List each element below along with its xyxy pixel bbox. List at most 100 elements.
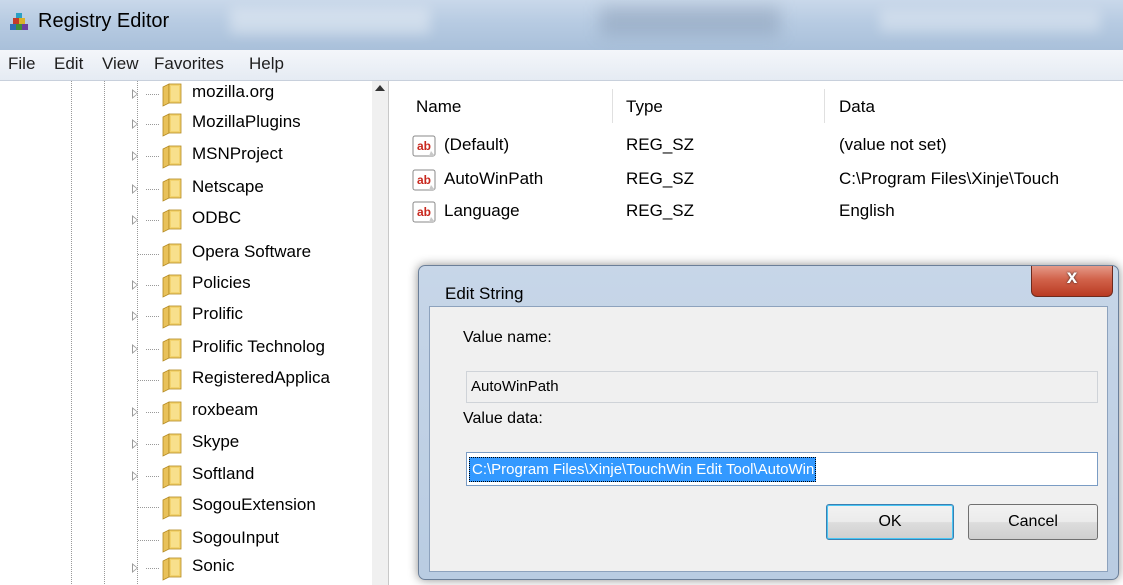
title-bar-blur xyxy=(600,6,780,36)
expand-arrow-icon[interactable] xyxy=(132,151,138,161)
menu-bar: File Edit View Favorites Help xyxy=(0,50,1123,81)
tree-item[interactable]: Prolific xyxy=(0,303,372,332)
folder-icon xyxy=(162,178,182,202)
edit-string-dialog: Edit String x Value name: AutoWinPath Va… xyxy=(418,265,1119,580)
folder-icon xyxy=(162,83,182,107)
svg-text:ab: ab xyxy=(417,173,431,187)
tree-item-label: MozillaPlugins xyxy=(192,112,301,131)
tree-item-label: MSNProject xyxy=(192,144,283,163)
tree-item-label: Policies xyxy=(192,273,251,292)
tree-item[interactable]: Policies xyxy=(0,272,372,301)
tree-connector xyxy=(138,254,160,255)
cancel-button[interactable]: Cancel xyxy=(968,504,1098,540)
string-value-icon: ab xyxy=(412,135,436,157)
menu-help[interactable]: Help xyxy=(249,54,284,74)
column-header-name[interactable]: Name xyxy=(416,97,461,117)
column-header-data[interactable]: Data xyxy=(839,97,875,117)
column-header-type[interactable]: Type xyxy=(626,97,663,117)
tree-connector xyxy=(138,380,160,381)
tree-item[interactable]: Opera Software xyxy=(0,241,372,270)
value-data-input[interactable]: C:\Program Files\Xinje\TouchWin Edit Too… xyxy=(466,452,1098,486)
expand-arrow-icon[interactable] xyxy=(132,184,138,194)
tree-item-label: SogouInput xyxy=(192,528,279,547)
folder-icon xyxy=(162,433,182,457)
tree-item[interactable]: Sonic xyxy=(0,555,372,584)
folder-icon xyxy=(162,529,182,553)
tree-connector xyxy=(146,94,160,95)
tree-item[interactable]: ODBC xyxy=(0,207,372,236)
tree-item[interactable]: roxbeam xyxy=(0,399,372,428)
tree-item-label: mozilla.org xyxy=(192,82,275,101)
menu-favorites[interactable]: Favorites xyxy=(154,54,224,74)
folder-icon xyxy=(162,338,182,362)
value-row[interactable]: ab (Default) REG_SZ (value not set) xyxy=(400,133,1123,165)
tree-connector xyxy=(146,316,160,317)
menu-file[interactable]: File xyxy=(8,54,35,74)
tree-item[interactable]: RegisteredApplica xyxy=(0,367,372,396)
tree-connector xyxy=(146,156,160,157)
tree-item-label: ODBC xyxy=(192,208,242,227)
scroll-up-arrow-icon[interactable] xyxy=(375,85,385,91)
tree-item[interactable]: MozillaPlugins xyxy=(0,111,372,140)
value-name-cell: (Default) xyxy=(444,135,510,154)
close-button[interactable]: x xyxy=(1031,266,1113,297)
tree-item-label: SogouExtension xyxy=(192,495,316,514)
expand-arrow-icon[interactable] xyxy=(132,119,138,129)
tree-item[interactable]: SogouInput xyxy=(0,527,372,556)
value-data-label: Value data: xyxy=(463,410,543,427)
value-type-cell: REG_SZ xyxy=(626,135,695,154)
expand-arrow-icon[interactable] xyxy=(132,471,138,481)
key-tree-pane[interactable]: mozilla.org MozillaPlugins MSNProject Netsc… xyxy=(0,81,389,585)
expand-arrow-icon[interactable] xyxy=(132,344,138,354)
tree-connector xyxy=(146,444,160,445)
value-row[interactable]: ab AutoWinPath REG_SZ C:\Program Files\Xinj… xyxy=(400,167,1123,199)
ok-button[interactable]: OK xyxy=(826,504,954,540)
tree-item[interactable]: Softland xyxy=(0,463,372,492)
folder-icon xyxy=(162,369,182,393)
tree-item-label: Prolific Technolog xyxy=(192,337,325,356)
expand-arrow-icon[interactable] xyxy=(132,280,138,290)
tree-connector xyxy=(146,220,160,221)
string-value-icon: ab xyxy=(412,169,436,191)
dialog-title: Edit String xyxy=(445,284,524,303)
expand-arrow-icon[interactable] xyxy=(132,407,138,417)
svg-text:ab: ab xyxy=(417,205,431,219)
value-data-selected-text[interactable]: C:\Program Files\Xinje\TouchWin Edit Too… xyxy=(469,457,817,482)
expand-arrow-icon[interactable] xyxy=(132,563,138,573)
tree-item[interactable]: SogouExtension xyxy=(0,494,372,523)
tree-item-label: Opera Software xyxy=(192,242,312,261)
column-separator[interactable] xyxy=(824,89,825,123)
menu-view[interactable]: View xyxy=(102,54,139,74)
dialog-body: Value name: AutoWinPath Value data: C:\P… xyxy=(429,306,1108,572)
value-name-cell: Language xyxy=(444,201,520,220)
folder-icon xyxy=(162,465,182,489)
tree-item-label: Softland xyxy=(192,464,255,483)
expand-arrow-icon[interactable] xyxy=(132,439,138,449)
tree-item-label: Prolific xyxy=(192,304,244,323)
tree-connector xyxy=(146,412,160,413)
tree-connector xyxy=(146,349,160,350)
tree-item-label: RegisteredApplica xyxy=(192,368,330,387)
expand-arrow-icon[interactable] xyxy=(132,89,138,99)
folder-icon xyxy=(162,305,182,329)
value-type-cell: REG_SZ xyxy=(626,169,695,188)
tree-item[interactable]: Prolific Technolog xyxy=(0,336,372,365)
column-separator[interactable] xyxy=(612,89,613,123)
value-data-cell: C:\Program Files\Xinje\Touch xyxy=(839,169,1060,188)
tree-scrollbar[interactable] xyxy=(372,81,388,585)
tree-item[interactable]: Skype xyxy=(0,431,372,460)
tree-item-label: Skype xyxy=(192,432,240,451)
menu-edit[interactable]: Edit xyxy=(54,54,83,74)
title-bar-blur xyxy=(230,8,430,34)
close-icon: x xyxy=(1066,267,1078,288)
tree-item[interactable]: mozilla.org xyxy=(0,81,372,110)
value-data-cell: English xyxy=(839,201,895,220)
expand-arrow-icon[interactable] xyxy=(132,311,138,321)
tree-item[interactable]: Netscape xyxy=(0,176,372,205)
tree-item[interactable]: MSNProject xyxy=(0,143,372,172)
tree-connector xyxy=(146,189,160,190)
expand-arrow-icon[interactable] xyxy=(132,215,138,225)
value-row[interactable]: ab Language REG_SZ English xyxy=(400,199,1123,231)
tree-connector xyxy=(146,476,160,477)
folder-icon xyxy=(162,113,182,137)
